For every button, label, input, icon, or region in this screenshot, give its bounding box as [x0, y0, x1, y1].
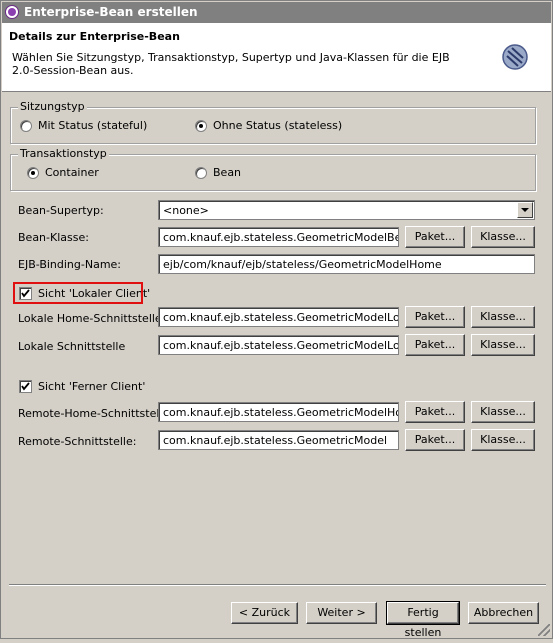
remote-interface-package-button[interactable]: Paket... [405, 429, 465, 451]
page-description: Wählen Sie Sitzungstyp, Transaktionstyp,… [12, 51, 450, 77]
local-interface-label: Lokale Schnittstelle [18, 340, 126, 353]
radio-stateless-indicator[interactable] [195, 119, 207, 132]
supertype-value: <none> [163, 204, 209, 217]
app-icon [5, 5, 19, 19]
remote-interface-class-button[interactable]: Klasse... [471, 429, 535, 451]
radio-container-label: Container [45, 166, 99, 179]
remote-home-field[interactable]: com.knauf.ejb.stateless.GeometricModelHo… [158, 402, 399, 422]
radio-bean-label: Bean [213, 166, 242, 179]
local-interface-field[interactable]: com.knauf.ejb.stateless.GeometricModelLo… [158, 335, 399, 355]
remote-client-checkbox-box[interactable] [19, 380, 32, 393]
supertype-combo[interactable]: <none> [158, 200, 535, 220]
local-home-label: Lokale Home-Schnittstelle: [18, 312, 166, 325]
chevron-down-icon[interactable] [517, 202, 533, 218]
bean-class-class-button[interactable]: Klasse... [471, 226, 535, 248]
window-title: Enterprise-Bean erstellen [24, 5, 198, 19]
radio-stateless[interactable]: Ohne Status (stateless) [195, 119, 342, 132]
transaction-type-legend: Transaktionstyp [18, 147, 109, 160]
remote-client-checkbox[interactable]: Sicht 'Ferner Client' [19, 380, 145, 393]
local-home-field[interactable]: com.knauf.ejb.stateless.GeometricModelLo… [158, 307, 399, 327]
dialog-window: Enterprise-Bean erstellen Details zur En… [0, 0, 553, 639]
radio-stateful-label: Mit Status (stateful) [38, 119, 148, 132]
next-button[interactable]: Weiter > [306, 602, 377, 624]
checkmark-icon [21, 382, 30, 391]
title-bar[interactable]: Enterprise-Bean erstellen [2, 2, 551, 23]
binding-name-label: EJB-Binding-Name: [18, 258, 122, 271]
bean-class-label: Bean-Klasse: [18, 231, 89, 244]
remote-home-package-button[interactable]: Paket... [405, 401, 465, 423]
supertype-label: Bean-Supertyp: [18, 204, 104, 217]
local-interface-package-button[interactable]: Paket... [405, 334, 465, 356]
radio-stateful-indicator[interactable] [20, 119, 32, 132]
session-type-legend: Sitzungstyp [18, 100, 87, 113]
radio-bean[interactable]: Bean [195, 166, 241, 179]
local-home-class-button[interactable]: Klasse... [471, 306, 535, 328]
remote-home-class-button[interactable]: Klasse... [471, 401, 535, 423]
bean-class-package-button[interactable]: Paket... [405, 226, 465, 248]
remote-interface-field[interactable]: com.knauf.ejb.stateless.GeometricModel [158, 430, 399, 450]
remote-client-label: Sicht 'Ferner Client' [38, 380, 146, 393]
radio-bean-indicator[interactable] [195, 166, 207, 179]
red-highlight-box [13, 282, 143, 304]
page-title: Details zur Enterprise-Bean [9, 30, 180, 43]
radio-container-indicator[interactable] [27, 166, 39, 179]
resize-grip-icon[interactable] [538, 624, 550, 636]
binding-name-field[interactable]: ejb/com/knauf/ejb/stateless/GeometricMod… [158, 254, 535, 274]
footer-separator [9, 584, 546, 586]
radio-stateless-label: Ohne Status (stateless) [213, 119, 343, 132]
cancel-button[interactable]: Abbrechen [468, 602, 539, 624]
local-home-package-button[interactable]: Paket... [405, 306, 465, 328]
wizard-bean-icon [502, 44, 528, 70]
remote-interface-label: Remote-Schnittstelle: [18, 435, 137, 448]
bean-class-field[interactable]: com.knauf.ejb.stateless.GeometricModelBe… [158, 227, 399, 247]
radio-stateful[interactable]: Mit Status (stateful) [20, 119, 147, 132]
wizard-header: Details zur Enterprise-Bean Wählen Sie S… [2, 23, 551, 92]
remote-home-label: Remote-Home-Schnittstelle: [18, 407, 173, 420]
back-button[interactable]: < Zurück [231, 602, 298, 624]
local-interface-class-button[interactable]: Klasse... [471, 334, 535, 356]
finish-button[interactable]: Fertig stellen [386, 601, 460, 639]
radio-container[interactable]: Container [27, 166, 99, 179]
